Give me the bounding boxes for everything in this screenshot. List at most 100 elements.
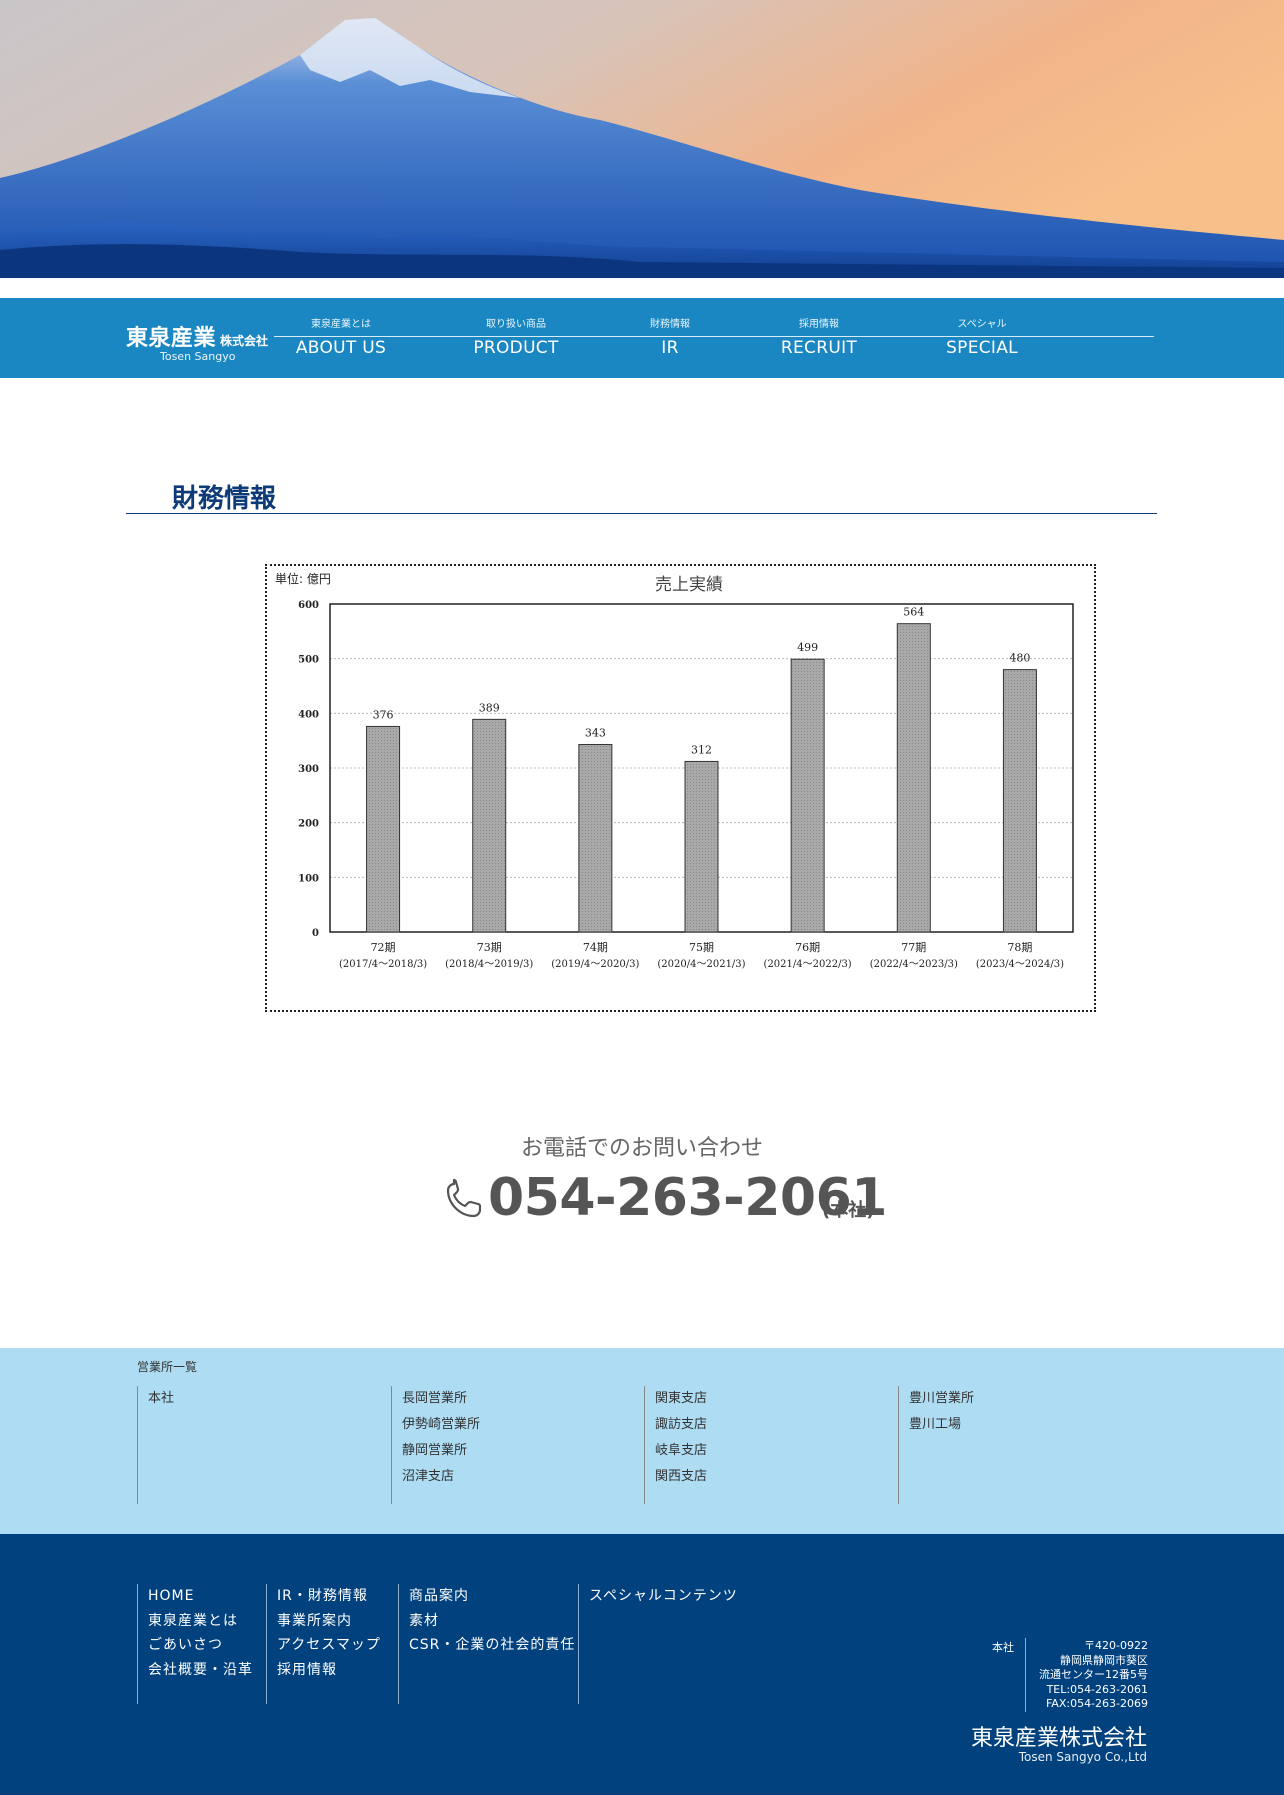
x-tick-sublabel: (2022/4〜2023/3) [870,959,958,970]
nav-item-label: IR [661,338,679,358]
footer-company-name: 東泉産業株式会社 [970,1726,1147,1751]
branches-section: 営業所一覧 本社 長岡営業所 伊勢崎営業所 静岡営業所 沼津支店 関東支店 諏訪… [0,1348,1284,1534]
branch-link[interactable]: 伊勢崎営業所 [402,1412,631,1438]
x-tick-label: 72期 [371,941,396,954]
branch-column: 豊川営業所 豊川工場 [898,1386,1138,1504]
nav-item-label: RECRUIT [780,338,858,358]
branch-column: 長岡営業所 伊勢崎営業所 静岡営業所 沼津支店 [391,1386,631,1504]
branch-link[interactable]: 岐阜支店 [655,1438,884,1464]
nav-item-label: ABOUT US [295,338,387,358]
x-tick-sublabel: (2019/4〜2020/3) [551,959,639,970]
nav-item-recruit[interactable]: 採用情報 RECRUIT [749,318,889,358]
page-root: 東泉産業 株式会社 Tosen Sangyo 東泉産業とは ABOUT US 取り… [0,0,1284,1795]
nav-item-special[interactable]: スペシャル SPECIAL [912,318,1052,358]
chart-bar [684,760,719,933]
y-tick-label: 500 [298,655,319,666]
nav-item-sublabel: 東泉産業とは [311,319,371,330]
hq-address-line: 流通センター12番5号 [1039,1668,1148,1681]
hq-postal: 〒420-0922 [1084,1639,1148,1652]
sales-chart-svg: 単位: 億円 売上実績 0 100 200 300 400 500 600 376 72期 (2017… [275,571,1074,970]
branch-link[interactable]: 長岡営業所 [402,1386,631,1412]
footer-column: スペシャルコンテンツ [578,1584,738,1704]
footer-column: HOME 東泉産業とは ごあいさつ 会社概要・沿革 [137,1584,253,1704]
x-tick-label: 77期 [901,941,926,954]
logo-suffix: 株式会社 [220,334,269,348]
x-tick-label: 73期 [477,941,502,954]
footer-link[interactable]: スペシャルコンテンツ [589,1584,738,1609]
page-title: 財務情報 [172,484,277,514]
phone-note: (本社) [822,1200,875,1221]
footer-link-home[interactable]: HOME [148,1584,253,1609]
footer-link[interactable]: 事業所案内 [277,1609,381,1634]
bar-value-label: 343 [585,726,606,739]
branch-link[interactable]: 静岡営業所 [402,1438,631,1464]
hq-address: 〒420-0922 静岡県静岡市葵区 流通センター12番5号 TEL:054-2… [1030,1639,1148,1712]
phone-icon [446,1178,482,1218]
chart-bar [578,743,613,933]
sales-chart: 単位: 億円 売上実績 0 100 200 300 400 500 600 376 72期 (2017… [265,564,1096,1012]
footer-link[interactable]: アクセスマップ [277,1633,381,1658]
y-tick-label: 200 [298,819,319,830]
nav-item-sublabel: スペシャル [957,319,1007,330]
x-tick-sublabel: (2021/4〜2022/3) [764,959,852,970]
nav-item-sublabel: 採用情報 [799,319,839,330]
y-tick-label: 400 [298,709,319,720]
x-tick-label: 78期 [1007,941,1032,954]
nav-item-label: SPECIAL [946,338,1018,358]
branch-column: 関東支店 諏訪支店 岐阜支店 関西支店 [644,1386,884,1504]
footer-link[interactable]: ごあいさつ [148,1633,253,1658]
footer-link[interactable]: IR・財務情報 [277,1584,381,1609]
chart-bar [1002,669,1037,933]
hq-address-line: 静岡県静岡市葵区 [1060,1653,1148,1667]
chart-bar [790,658,825,933]
hq-tel: TEL:054-263-2061 [1046,1682,1148,1696]
hq-label: 本社 [992,1641,1014,1654]
nav-item-about[interactable]: 東泉産業とは ABOUT US [271,318,411,358]
contact-label: お電話でのお問い合わせ [520,1136,763,1161]
y-tick-label: 0 [312,928,319,939]
x-tick-sublabel: (2018/4〜2019/3) [445,959,533,970]
footer-link[interactable]: 会社概要・沿革 [148,1658,253,1683]
chart-title: 売上実績 [655,575,723,595]
branch-link[interactable]: 関西支店 [655,1464,884,1490]
footer-link[interactable]: 採用情報 [277,1658,381,1683]
site-footer: HOME 東泉産業とは ごあいさつ 会社概要・沿革 IR・財務情報 事業所案内 … [0,1534,1284,1795]
nav-item-ir[interactable]: 財務情報 IR [600,318,740,358]
x-tick-label: 76期 [795,941,820,954]
footer-link[interactable]: 素材 [409,1609,575,1634]
branches-title: 営業所一覧 [137,1360,198,1374]
branch-link[interactable]: 関東支店 [655,1386,884,1412]
nav-item-label: PRODUCT [473,338,559,358]
branch-link[interactable]: 豊川工場 [909,1412,1138,1438]
branch-link[interactable]: 豊川営業所 [909,1386,1138,1412]
chart-bar [896,623,931,933]
nav-item-product[interactable]: 取り扱い商品 PRODUCT [446,318,586,358]
footer-link[interactable]: 東泉産業とは [148,1609,253,1634]
footer-link[interactable]: CSR・企業の社会的責任 [409,1633,575,1658]
title-underline [126,513,1157,514]
branch-link[interactable]: 諏訪支店 [655,1412,884,1438]
nav-item-sublabel: 財務情報 [650,319,690,330]
x-tick-label: 75期 [689,941,714,954]
footer-company-name-en: Tosen Sangyo Co.,Ltd [1018,1750,1147,1764]
chart-unit-label: 単位: 億円 [275,571,331,586]
bar-value-label: 499 [797,641,818,654]
bar-value-label: 376 [373,708,394,721]
branch-link[interactable]: 沼津支店 [402,1464,631,1490]
nav-item-sublabel: 取り扱い商品 [486,319,546,330]
site-logo[interactable]: 東泉産業 株式会社 Tosen Sangyo [126,320,269,363]
bar-value-label: 312 [691,743,712,756]
footer-column: IR・財務情報 事業所案内 アクセスマップ 採用情報 [266,1584,381,1704]
x-tick-sublabel: (2020/4〜2021/3) [657,959,745,970]
y-tick-label: 600 [298,600,319,611]
bar-value-label: 389 [479,701,500,714]
logo-text: 東泉産業 [126,326,217,351]
bar-value-label: 480 [1009,652,1030,665]
branch-link[interactable]: 本社 [148,1386,377,1412]
hero-image [0,0,1284,278]
x-tick-sublabel: (2023/4〜2024/3) [976,959,1064,970]
x-tick-sublabel: (2017/4〜2018/3) [339,959,427,970]
footer-link[interactable]: 商品案内 [409,1584,575,1609]
global-nav: 東泉産業 株式会社 Tosen Sangyo 東泉産業とは ABOUT US 取り… [0,298,1284,378]
footer-column: 商品案内 素材 CSR・企業の社会的責任 [398,1584,575,1704]
